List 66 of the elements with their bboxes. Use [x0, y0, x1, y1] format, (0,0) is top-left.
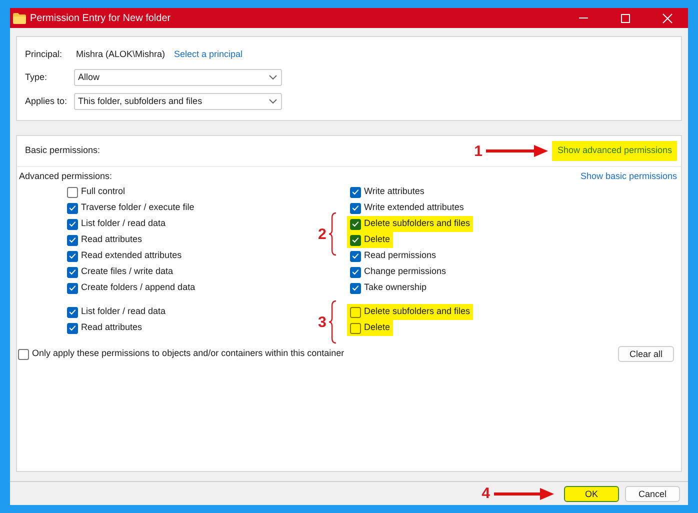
- callout-number: 1: [474, 144, 482, 158]
- checkbox-label: Delete: [364, 321, 390, 334]
- checkbox[interactable]: [350, 202, 361, 214]
- checkbox-label: Change permissions: [364, 265, 446, 278]
- select-principal-link[interactable]: Select a principal: [174, 48, 243, 62]
- section-label: Advanced permissions:: [19, 170, 112, 183]
- show-basic-permissions-link[interactable]: Show basic permissions: [580, 170, 677, 184]
- checkbox[interactable]: [67, 186, 78, 198]
- checkbox[interactable]: [350, 186, 361, 198]
- chevron-icon: [269, 99, 277, 104]
- checkbox[interactable]: [350, 282, 361, 294]
- checkbox[interactable]: [67, 306, 78, 318]
- checkbox-label: Full control: [81, 185, 126, 198]
- checkbox-label: Create files / write data: [81, 265, 174, 278]
- checkbox-label: Delete subfolders and files: [364, 305, 470, 318]
- checkbox[interactable]: [350, 234, 361, 246]
- checkbox[interactable]: [67, 202, 78, 214]
- dropdown[interactable]: This folder, subfolders and files: [74, 93, 282, 110]
- clear-all-button[interactable]: Clear all: [618, 346, 674, 362]
- section-label: Basic permissions:: [25, 144, 100, 158]
- maximize-icon[interactable]: [620, 12, 630, 24]
- dialog-button[interactable]: Cancel: [625, 486, 680, 502]
- arrow: [494, 488, 554, 500]
- callout-number: 2: [318, 226, 326, 242]
- show-advanced-permissions-link[interactable]: Show advanced permissions: [552, 141, 677, 161]
- checkbox-label: Delete subfolders and files: [364, 217, 470, 230]
- checkbox[interactable]: [350, 266, 361, 278]
- chevron-icon: [269, 75, 277, 80]
- checkbox-label: Read extended attributes: [81, 249, 182, 262]
- checkbox-label: Write attributes: [364, 185, 424, 198]
- checkbox[interactable]: [67, 234, 78, 246]
- checkbox[interactable]: [67, 282, 78, 294]
- checkbox-label: Delete: [364, 233, 390, 246]
- arrow: [486, 145, 548, 157]
- checkbox-label: Take ownership: [364, 281, 427, 294]
- checkbox[interactable]: [18, 348, 29, 360]
- folder-icon: [13, 12, 26, 24]
- checkbox[interactable]: [350, 322, 361, 334]
- checkbox-label: Create folders / append data: [81, 281, 196, 294]
- dropdown[interactable]: Allow: [74, 69, 282, 86]
- brace: [328, 212, 338, 256]
- checkbox[interactable]: [350, 306, 361, 318]
- checkbox-label: Read attributes: [81, 233, 142, 246]
- close-icon[interactable]: [662, 12, 672, 24]
- checkbox[interactable]: [67, 218, 78, 230]
- checkbox-label: Read attributes: [81, 321, 142, 334]
- window-title: Permission Entry for New folder: [30, 12, 172, 26]
- checkbox[interactable]: [67, 250, 78, 262]
- checkbox[interactable]: [350, 250, 361, 262]
- checkbox-label: Only apply these permissions to objects and/or containers within this container: [32, 347, 344, 360]
- dialog-button[interactable]: OK: [564, 486, 619, 502]
- callout-number: 4: [482, 486, 490, 501]
- field-label: Applies to:: [25, 94, 68, 108]
- checkbox-label: Write extended attributes: [364, 201, 464, 214]
- checkbox[interactable]: [67, 322, 78, 334]
- checkbox[interactable]: [350, 218, 361, 230]
- brace: [328, 300, 338, 344]
- checkbox-label: Traverse folder / execute file: [81, 201, 194, 214]
- callout-number: 3: [318, 314, 326, 330]
- principal-value: Mishra (ALOK\Mishra): [76, 48, 166, 61]
- checkbox[interactable]: [67, 266, 78, 278]
- checkbox-label: List folder / read data: [81, 305, 166, 318]
- checkbox-label: Read permissions: [364, 249, 436, 262]
- checkbox-label: List folder / read data: [81, 217, 166, 230]
- field-label: Principal:: [25, 48, 64, 61]
- field-label: Type:: [25, 70, 48, 84]
